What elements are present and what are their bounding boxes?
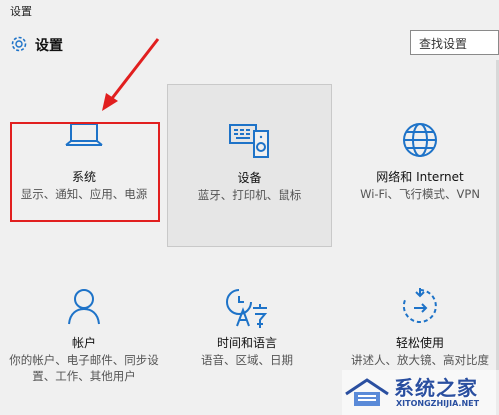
gear-icon [9, 34, 29, 54]
tile-ease-of-access[interactable]: 轻松使用 讲述人、放大镜、高对比度 [340, 250, 499, 380]
window-title: 设置 [10, 5, 32, 18]
page-title: 设置 [35, 38, 63, 54]
watermark-domain: XITONGZHIJIA.NET [396, 399, 480, 408]
globe-icon [340, 120, 499, 157]
watermark: 系统之家 XITONGZHIJIA.NET [342, 370, 499, 415]
ease-of-access-icon [340, 286, 499, 323]
tile-description: 语音、区域、日期 [201, 353, 293, 367]
tile-description: 你的帐户、电子邮件、同步设置、工作、其他用户 [9, 353, 159, 383]
tile-title: 网络和 Internet [376, 170, 464, 184]
tile-description: Wi-Fi、飞行模式、VPN [360, 187, 480, 201]
house-logo-icon [342, 376, 392, 408]
tile-title: 轻松使用 [395, 336, 444, 350]
tile-accounts[interactable]: 帐户 你的帐户、电子邮件、同步设置、工作、其他用户 [4, 250, 164, 383]
tile-description: 蓝牙、打印机、鼠标 [197, 188, 302, 202]
tile-title: 帐户 [71, 336, 96, 350]
tile-title: 设备 [237, 171, 262, 185]
arrow-annotation [96, 35, 166, 115]
tile-title: 时间和语言 [216, 336, 277, 350]
time-language-icon [167, 286, 327, 328]
highlight-box [10, 122, 160, 222]
tile-network[interactable]: 网络和 Internet Wi-Fi、飞行模式、VPN [340, 84, 499, 214]
person-icon [4, 286, 164, 325]
tile-time-language[interactable]: 时间和语言 语音、区域、日期 [167, 250, 327, 380]
search-input[interactable]: 查找设置 [410, 30, 499, 55]
tile-description: 讲述人、放大镜、高对比度 [351, 353, 489, 367]
watermark-brand: 系统之家 [394, 376, 478, 400]
tile-devices[interactable]: 设备 蓝牙、打印机、鼠标 [167, 84, 332, 247]
devices-icon [168, 121, 331, 158]
